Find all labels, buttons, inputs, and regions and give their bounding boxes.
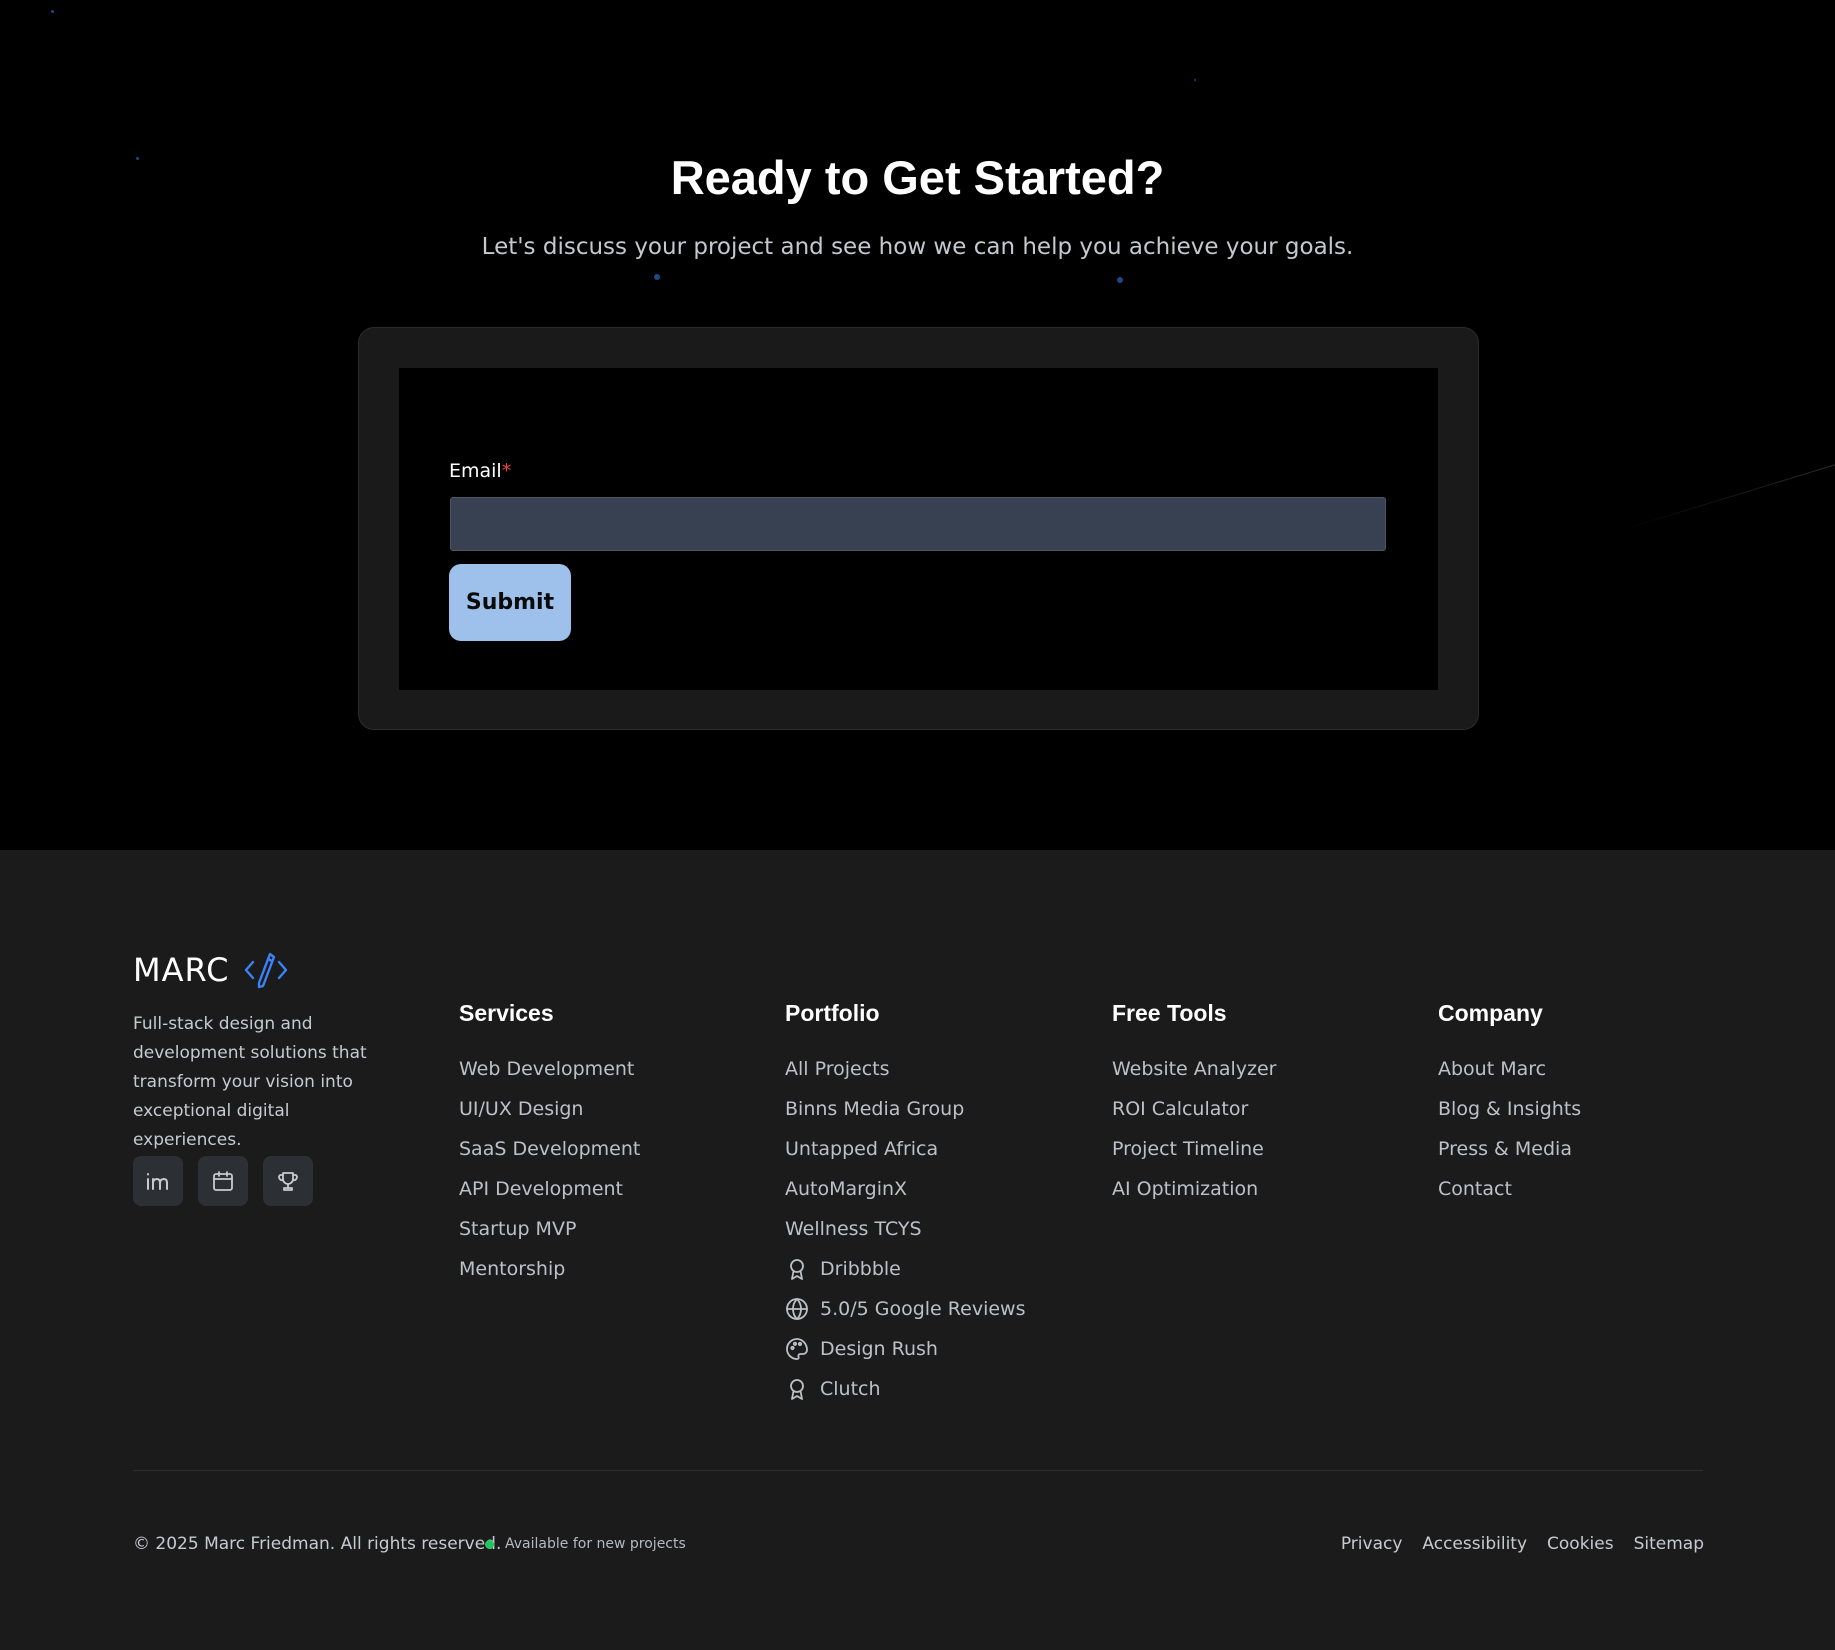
footer-link-project-timeline[interactable]: Project Timeline [1112, 1137, 1276, 1177]
badge-link-dribbble[interactable]: Dribbble [785, 1257, 1025, 1297]
footer-link-ai-optimization[interactable]: AI Optimization [1112, 1177, 1276, 1217]
star-decoration [1117, 277, 1123, 283]
footer-link-binns-media-group[interactable]: Binns Media Group [785, 1097, 1025, 1137]
free-tools-heading: Free Tools [1112, 1000, 1227, 1026]
contact-form: Email* Submit [399, 368, 1438, 690]
portfolio-column: Portfolio All Projects Binns Media Group… [785, 1000, 1025, 1417]
badge-label: Clutch [820, 1378, 881, 1400]
site-footer: MARC Full-stack design and development s… [0, 850, 1835, 1650]
status-text: Available for new projects [505, 1536, 686, 1552]
palette-icon [785, 1337, 809, 1361]
footer-link-press-media[interactable]: Press & Media [1438, 1137, 1581, 1177]
star-decoration [1194, 79, 1196, 81]
status-dot [485, 1539, 494, 1549]
cta-title: Ready to Get Started? [670, 151, 1165, 204]
calendar-link[interactable] [198, 1156, 248, 1206]
legal-link-accessibility[interactable]: Accessibility [1422, 1534, 1527, 1554]
badge-label: Dribbble [820, 1258, 901, 1280]
badge-label: 5.0/5 Google Reviews [820, 1298, 1026, 1320]
footer-link-wellness-tcys[interactable]: Wellness TCYS [785, 1217, 1025, 1257]
calendar-icon [213, 1171, 233, 1191]
footer-link-saas-development[interactable]: SaaS Development [459, 1137, 640, 1177]
legal-link-privacy[interactable]: Privacy [1341, 1534, 1403, 1554]
footer-link-startup-mvp[interactable]: Startup MVP [459, 1217, 640, 1257]
trophy-link[interactable] [263, 1156, 313, 1206]
services-column: Services Web Development UI/UX Design Sa… [459, 1000, 640, 1297]
availability-status: Available for new projects [485, 1536, 686, 1552]
footer-link-ui-ux-design[interactable]: UI/UX Design [459, 1097, 640, 1137]
services-heading: Services [459, 1000, 554, 1026]
footer-link-automarginx[interactable]: AutoMarginX [785, 1177, 1025, 1217]
star-decoration [51, 10, 54, 13]
badge-link-google-reviews[interactable]: 5.0/5 Google Reviews [785, 1297, 1025, 1337]
legal-link-sitemap[interactable]: Sitemap [1634, 1534, 1704, 1554]
contact-form-card: Email* Submit [358, 327, 1479, 730]
required-asterisk: * [501, 460, 512, 482]
email-label-text: Email [449, 460, 502, 482]
footer-link-blog-insights[interactable]: Blog & Insights [1438, 1097, 1581, 1137]
footer-divider [133, 1470, 1703, 1471]
social-links [133, 1156, 313, 1206]
free-tools-column: Free Tools Website Analyzer ROI Calculat… [1112, 1000, 1276, 1217]
footer-link-mentorship[interactable]: Mentorship [459, 1257, 640, 1297]
award-icon [785, 1377, 809, 1401]
email-field[interactable] [450, 497, 1386, 551]
code-pen-icon [245, 952, 288, 989]
footer-link-website-analyzer[interactable]: Website Analyzer [1112, 1057, 1276, 1097]
badge-link-clutch[interactable]: Clutch [785, 1377, 1025, 1417]
star-decoration [654, 274, 660, 280]
legal-links: Privacy Accessibility Cookies Sitemap [1341, 1534, 1704, 1554]
logo-text: MARC [133, 951, 230, 989]
cta-section: Ready to Get Started? Let's discuss your… [0, 0, 1835, 850]
footer-link-about-marc[interactable]: About Marc [1438, 1057, 1581, 1097]
badge-label: Design Rush [820, 1338, 938, 1360]
footer-link-all-projects[interactable]: All Projects [785, 1057, 1025, 1097]
submit-button[interactable]: Submit [449, 564, 571, 641]
copyright-text: © 2025 Marc Friedman. All rights reserve… [133, 1534, 502, 1554]
trophy-icon [278, 1172, 298, 1191]
portfolio-heading: Portfolio [785, 1000, 880, 1026]
globe-icon [785, 1297, 809, 1321]
footer-link-roi-calculator[interactable]: ROI Calculator [1112, 1097, 1276, 1137]
cta-subtitle: Let's discuss your project and see how w… [481, 234, 1354, 260]
company-heading: Company [1438, 1000, 1543, 1026]
footer-link-untapped-africa[interactable]: Untapped Africa [785, 1137, 1025, 1177]
company-column: Company About Marc Blog & Insights Press… [1438, 1000, 1581, 1217]
linkedin-icon [147, 1173, 168, 1190]
legal-link-cookies[interactable]: Cookies [1547, 1534, 1614, 1554]
email-label: Email* [449, 460, 511, 482]
badge-link-design-rush[interactable]: Design Rush [785, 1337, 1025, 1377]
award-icon [785, 1257, 809, 1281]
linkedin-link[interactable] [133, 1156, 183, 1206]
footer-tagline: Full-stack design and development soluti… [133, 1014, 367, 1150]
footer-link-web-development[interactable]: Web Development [459, 1057, 640, 1097]
shooting-star-decoration [1619, 462, 1835, 531]
logo[interactable]: MARC [133, 950, 289, 990]
footer-link-contact[interactable]: Contact [1438, 1177, 1581, 1217]
footer-link-api-development[interactable]: API Development [459, 1177, 640, 1217]
